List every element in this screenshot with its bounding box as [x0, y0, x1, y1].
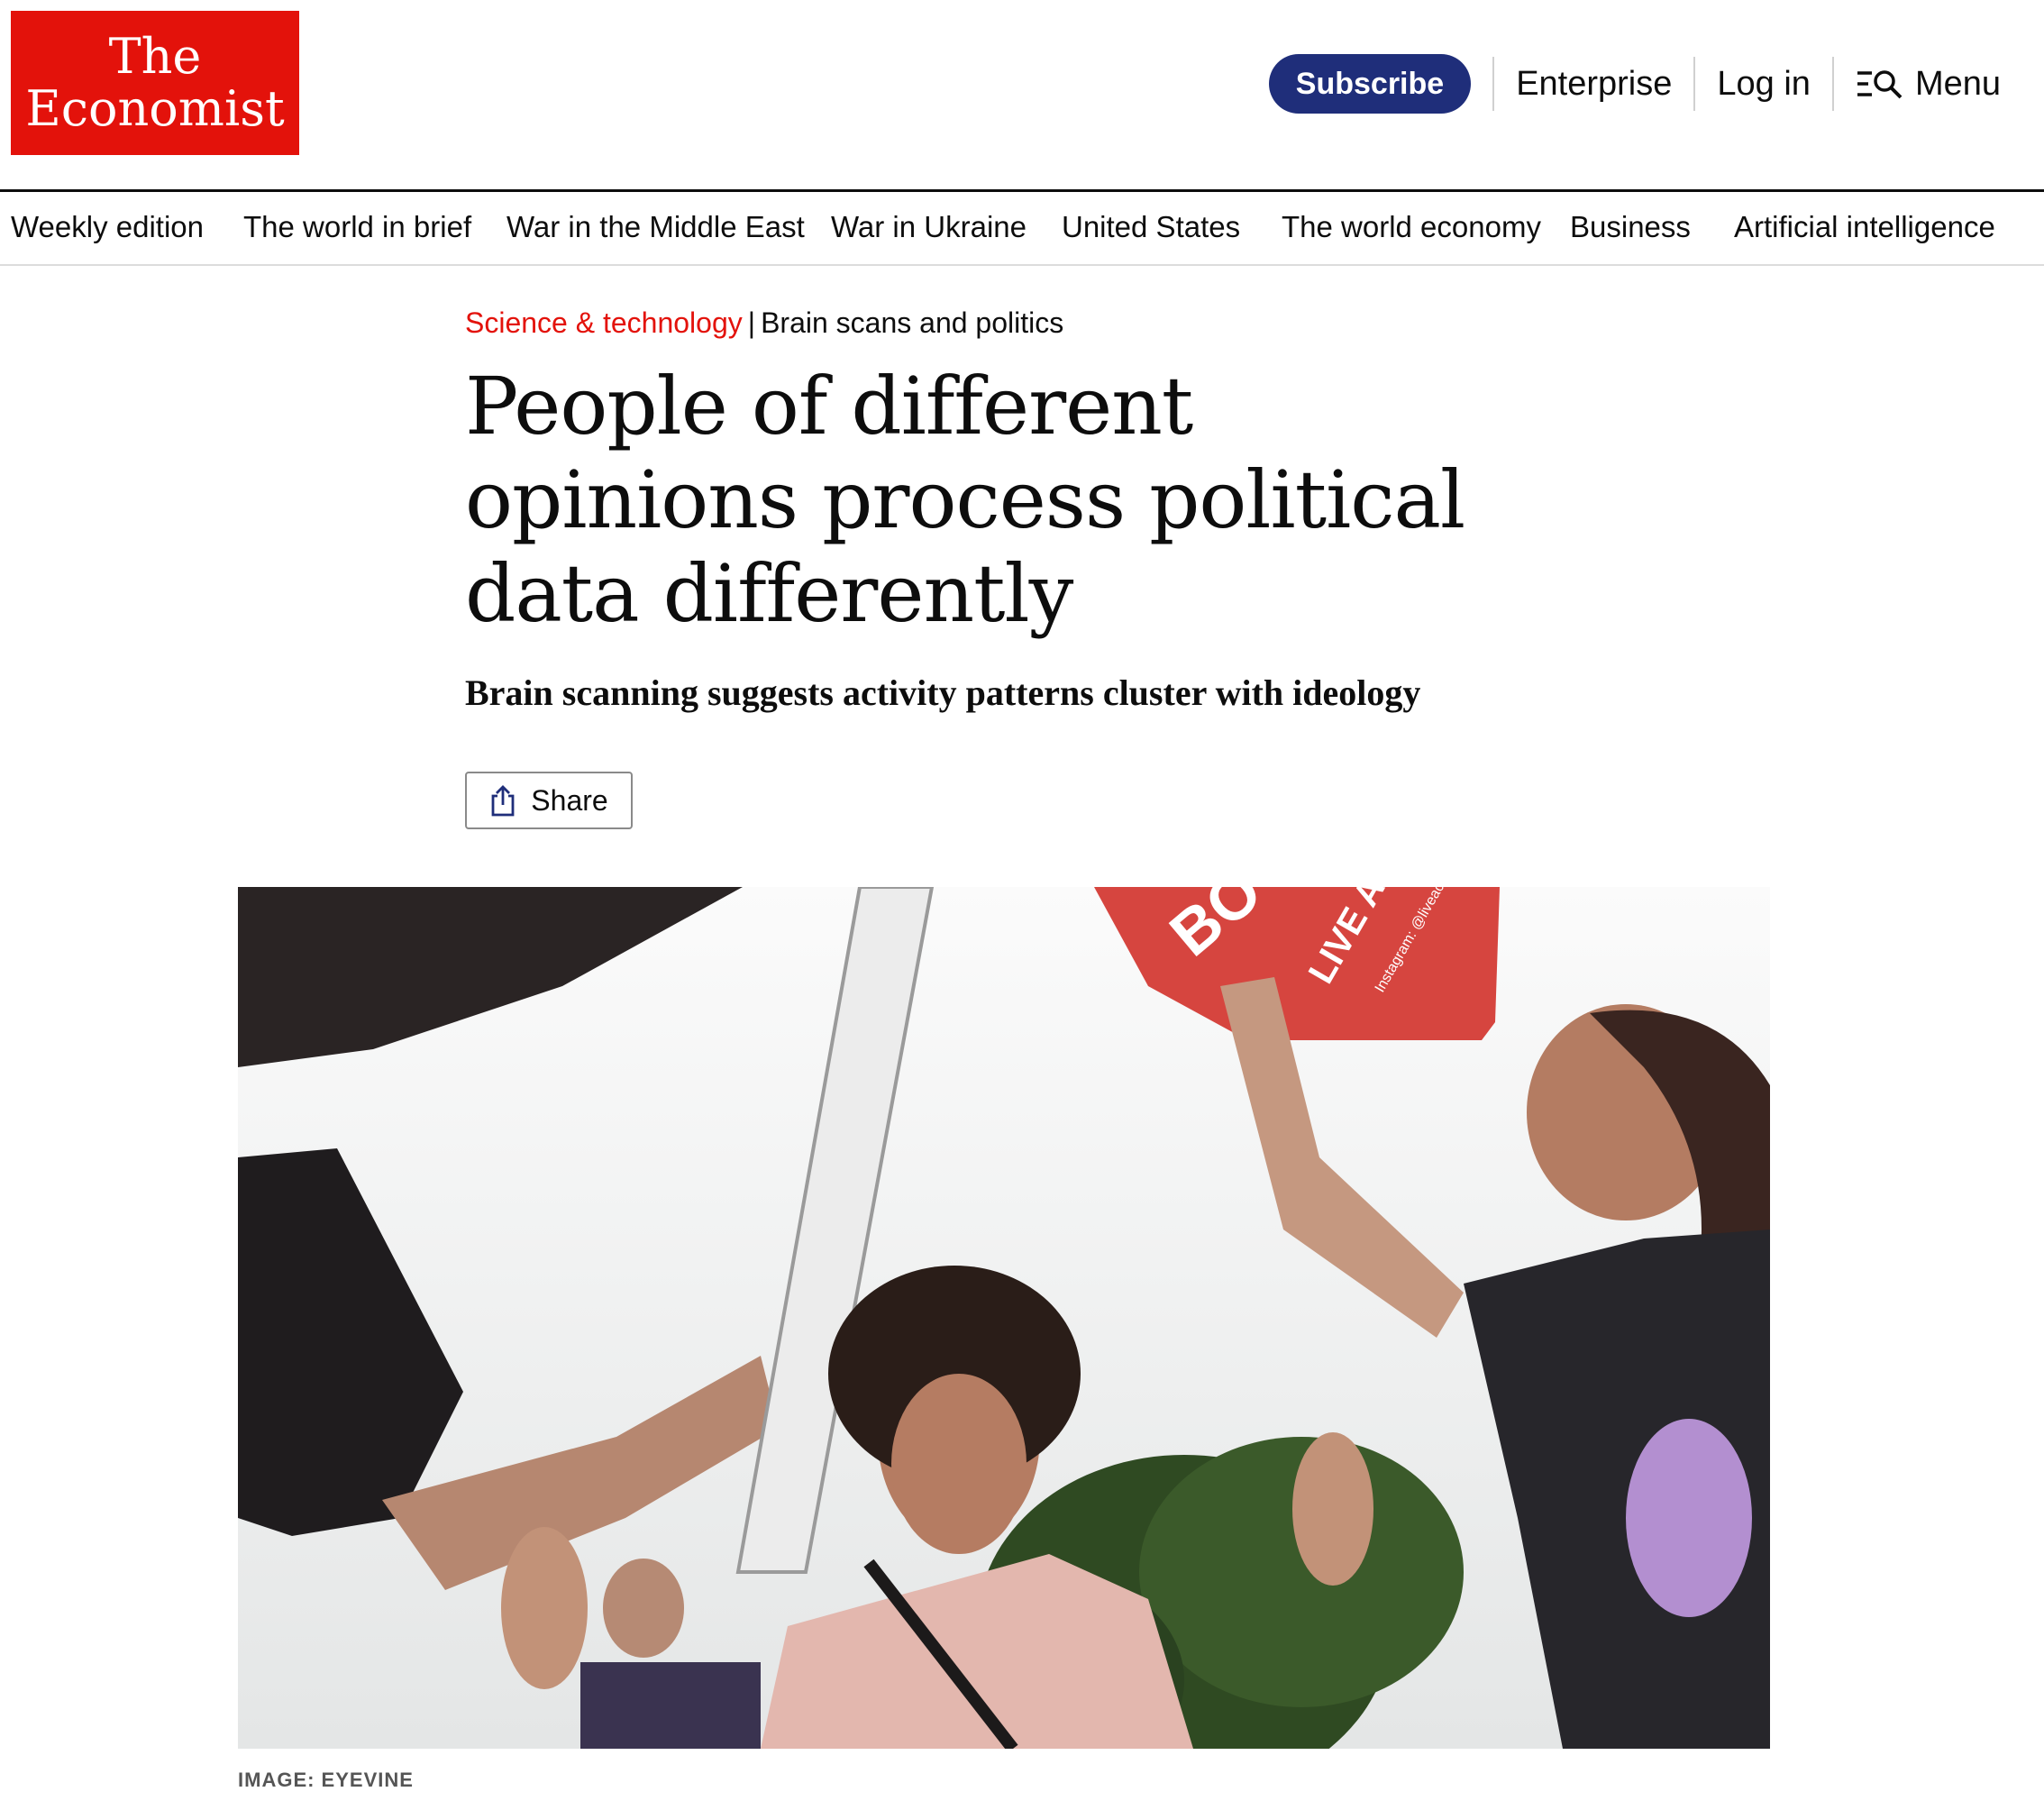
rubric-separator: |	[747, 306, 756, 339]
top-actions: Subscribe Enterprise Log in Menu	[1268, 52, 2001, 115]
subheadline: Brain scanning suggests activity pattern…	[465, 672, 1421, 713]
logo-line-2: Economist	[25, 80, 285, 137]
logo-line-1: The	[108, 28, 202, 85]
share-button[interactable]: Share	[465, 772, 633, 829]
economist-logo[interactable]: The Economist	[11, 11, 299, 155]
nav-united-states[interactable]: United States	[1062, 210, 1240, 244]
nav-world-economy[interactable]: The world economy	[1282, 210, 1541, 244]
login-link[interactable]: Log in	[1717, 65, 1811, 104]
subscribe-button[interactable]: Subscribe	[1268, 54, 1472, 114]
article-rubric: Science & technology | Brain scans and p…	[465, 306, 1510, 340]
section-link[interactable]: Science & technology	[465, 306, 743, 340]
nav-ukraine[interactable]: War in Ukraine	[831, 210, 1027, 244]
site-header: The Economist Subscribe Enterprise Log i…	[0, 0, 2044, 191]
article-header: Science & technology | Brain scans and p…	[465, 306, 1510, 829]
divider	[1693, 57, 1696, 111]
menu-search-icon	[1857, 70, 1903, 99]
hero-image: LIVE ACTION Instagram: @liveaction BO	[238, 887, 1770, 1749]
menu-label: Menu	[1914, 64, 2001, 103]
fly-title: Brain scans and politics	[761, 306, 1064, 339]
section-nav: Weekly edition The world in brief War in…	[0, 192, 2044, 266]
nav-middle-east[interactable]: War in the Middle East	[506, 210, 805, 244]
nav-weekly-edition[interactable]: Weekly edition	[11, 210, 204, 244]
share-label: Share	[531, 783, 608, 817]
image-credit: IMAGE: EYEVINE	[238, 1769, 414, 1791]
divider	[1492, 57, 1495, 111]
share-icon	[491, 785, 515, 817]
nav-world-in-brief[interactable]: The world in brief	[243, 210, 471, 244]
menu-button[interactable]: Menu	[1856, 65, 2001, 104]
protest-photo: LIVE ACTION Instagram: @liveaction BO	[238, 887, 1770, 1749]
nav-business[interactable]: Business	[1570, 210, 1691, 244]
enterprise-link[interactable]: Enterprise	[1516, 65, 1672, 104]
divider	[1831, 57, 1834, 111]
nav-artificial-intelligence[interactable]: Artificial intelligence	[1734, 210, 1995, 244]
headline: People of different opinions process pol…	[465, 360, 1465, 640]
